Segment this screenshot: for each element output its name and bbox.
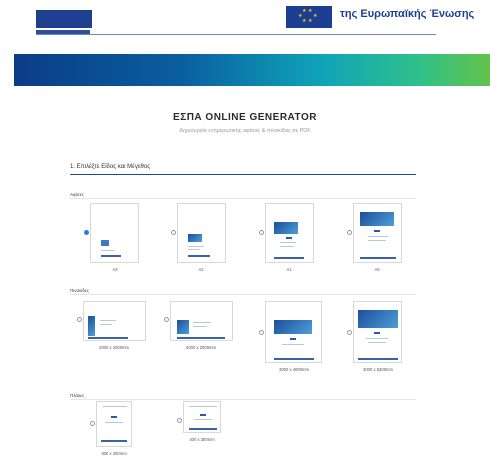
poster-a0-thumbnail[interactable] (353, 203, 402, 263)
eu-text: της Ευρωπαϊκής Ένωσης (340, 8, 475, 20)
poster-a1-thumbnail[interactable] (265, 203, 314, 263)
group-label-signs: Πινακίδες (70, 288, 90, 293)
radio-button[interactable] (259, 230, 264, 235)
option-label: A0 (374, 267, 380, 272)
sign-4000x2000-thumbnail[interactable] (170, 301, 233, 341)
poster-a3-thumbnail[interactable] (90, 203, 139, 263)
sign-2000x2000-thumbnail[interactable] (83, 301, 146, 341)
option-label: 2000 x 2000mm (98, 345, 130, 350)
sign-4000x5300-thumbnail[interactable] (353, 301, 402, 363)
top-header: ★ ★ ★ ★ ★ ★ της Ευρωπαϊκής Ένωσης (0, 0, 490, 54)
option-label: A2 (198, 267, 204, 272)
step-divider (70, 174, 416, 175)
radio-button[interactable] (90, 421, 95, 426)
group-divider (70, 399, 416, 400)
gradient-banner (14, 54, 490, 86)
option-label: 400 x 300mm (189, 437, 215, 442)
radio-button[interactable] (77, 317, 82, 322)
radio-button[interactable] (259, 330, 264, 335)
radio-button[interactable] (177, 418, 182, 423)
plate-400x300-thumbnail[interactable] (183, 401, 221, 433)
group-label-plates: Πλάκες (70, 393, 85, 398)
option-label: 4000 x 5300mm (362, 367, 394, 372)
radio-button[interactable] (347, 230, 352, 235)
page-subtitle: Δημιουργία ενημερωτικής αφίσας & πινακίδ… (179, 128, 311, 134)
radio-button[interactable] (84, 230, 89, 235)
group-divider (70, 198, 416, 199)
page-title: ΕΣΠΑ ONLINE GENERATOR (173, 112, 317, 123)
plate-300x400-thumbnail[interactable] (96, 401, 132, 447)
sign-3000x4000-thumbnail[interactable] (265, 301, 322, 363)
radio-button[interactable] (347, 330, 352, 335)
option-label: A3 (112, 267, 118, 272)
option-label: 3000 x 4000mm (278, 367, 310, 372)
option-label: 4000 x 2000mm (185, 345, 217, 350)
option-label: A1 (286, 267, 292, 272)
header-divider (36, 34, 436, 35)
eu-flag-icon: ★ ★ ★ ★ ★ ★ (286, 6, 332, 28)
option-label: 300 x 400mm (101, 451, 127, 456)
espa-logo (36, 10, 92, 28)
radio-button[interactable] (164, 317, 169, 322)
step-title: 1. Επιλέξτε Είδος και Μέγεθος (70, 164, 151, 170)
radio-button[interactable] (171, 230, 176, 235)
group-label-posters: Αφίσες (70, 192, 84, 197)
group-divider (70, 294, 416, 295)
poster-a2-thumbnail[interactable] (177, 203, 226, 263)
